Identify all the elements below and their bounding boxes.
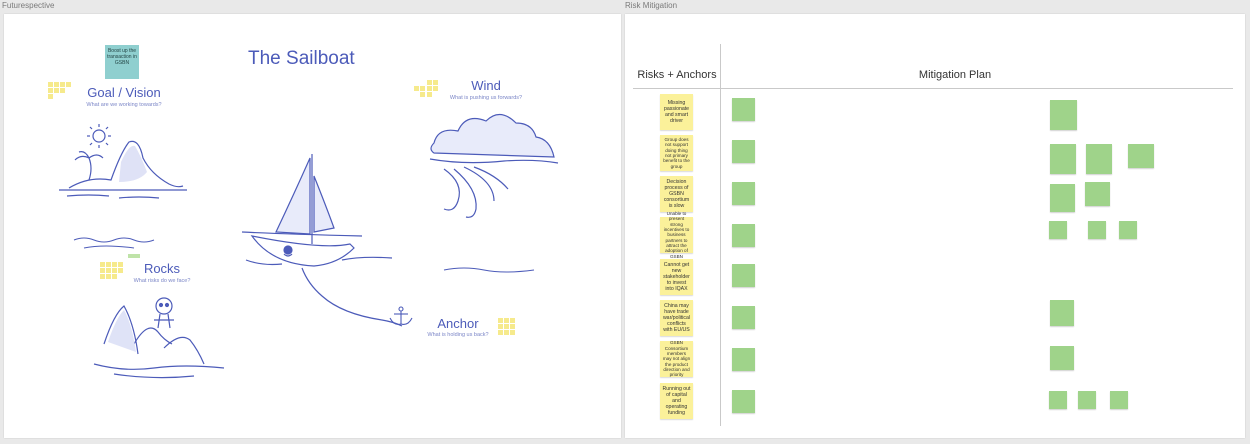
mitigation-note[interactable] — [1088, 221, 1106, 239]
col-risks-header: Risks + Anchors — [637, 69, 717, 81]
mitigation-note[interactable] — [732, 390, 755, 413]
wind-cloud-illustration — [429, 113, 559, 218]
anchor-icon — [389, 306, 413, 325]
sailboat-title: The Sailboat — [248, 48, 355, 69]
rocks-title: Rocks — [143, 261, 181, 276]
mitigation-note[interactable] — [1110, 391, 1128, 409]
risk-note[interactable]: Cannot get new stakeholder to invest int… — [660, 259, 693, 295]
wind-title: Wind — [471, 78, 501, 93]
mitigation-note[interactable] — [732, 140, 755, 163]
mitigation-note[interactable] — [1050, 300, 1074, 326]
mitigation-note[interactable] — [1050, 184, 1075, 212]
wave-lines-right — [443, 267, 535, 273]
sailboat-illustration — [241, 154, 403, 327]
anchor-title: Anchor — [437, 316, 479, 331]
mitigation-note[interactable] — [1050, 144, 1076, 174]
mitigation-note[interactable] — [1050, 346, 1074, 370]
goal-title: Goal / Vision — [87, 85, 161, 100]
risk-note[interactable]: Unable to present strong incentives to b… — [660, 211, 693, 259]
frame-label-futurespective: Futurespective — [2, 1, 55, 10]
mitigation-note[interactable] — [732, 182, 755, 205]
island-illustration — [59, 124, 187, 199]
mitigation-note[interactable] — [1049, 391, 1067, 409]
rocks-illustration — [93, 297, 225, 379]
risk-note[interactable]: Running out of capital and operating fun… — [660, 383, 693, 419]
frame-label-risk-mitigation: Risk Mitigation — [625, 1, 678, 10]
risk-note[interactable]: GSBN Consortium members may not align th… — [660, 340, 693, 377]
sailboat-board: The Sailboat Boost up the transaction in… — [4, 14, 621, 438]
wind-subtitle: What is pushing us forwards? — [449, 95, 523, 101]
mitigation-note[interactable] — [1128, 144, 1154, 168]
risk-note[interactable]: Decision process of GSBN consortium is s… — [660, 176, 693, 212]
risk-note[interactable]: Missing passionate and smart driver — [660, 94, 693, 130]
mitigation-note[interactable] — [1085, 182, 1110, 206]
mitigation-note[interactable] — [732, 264, 755, 287]
sticky-note-goal[interactable]: Boost up the transaction in GSBN — [105, 45, 139, 79]
risk-note[interactable]: Group does not support doing thing not p… — [660, 135, 693, 171]
risk-note[interactable]: China may have trade war/political confl… — [660, 300, 693, 336]
mitigation-note[interactable] — [1050, 100, 1077, 130]
mitigation-note[interactable] — [1049, 221, 1067, 239]
mitigation-note[interactable] — [732, 98, 755, 121]
header-rule — [633, 88, 1233, 89]
goal-subtitle: What are we working towards? — [86, 102, 162, 108]
mitigation-note[interactable] — [732, 348, 755, 371]
mitigation-note[interactable] — [1078, 391, 1096, 409]
risk-mitigation-board: Risks + Anchors Mitigation Plan Missing … — [625, 14, 1245, 438]
mitigation-note[interactable] — [732, 306, 755, 329]
mitigation-note[interactable] — [732, 224, 755, 247]
column-divider — [720, 44, 721, 426]
mitigation-note[interactable] — [1086, 144, 1112, 174]
mitigation-note[interactable] — [1119, 221, 1137, 239]
anchor-subtitle: What is holding us back? — [427, 332, 489, 338]
wave-lines — [73, 237, 155, 249]
col-plan-header: Mitigation Plan — [918, 69, 992, 81]
